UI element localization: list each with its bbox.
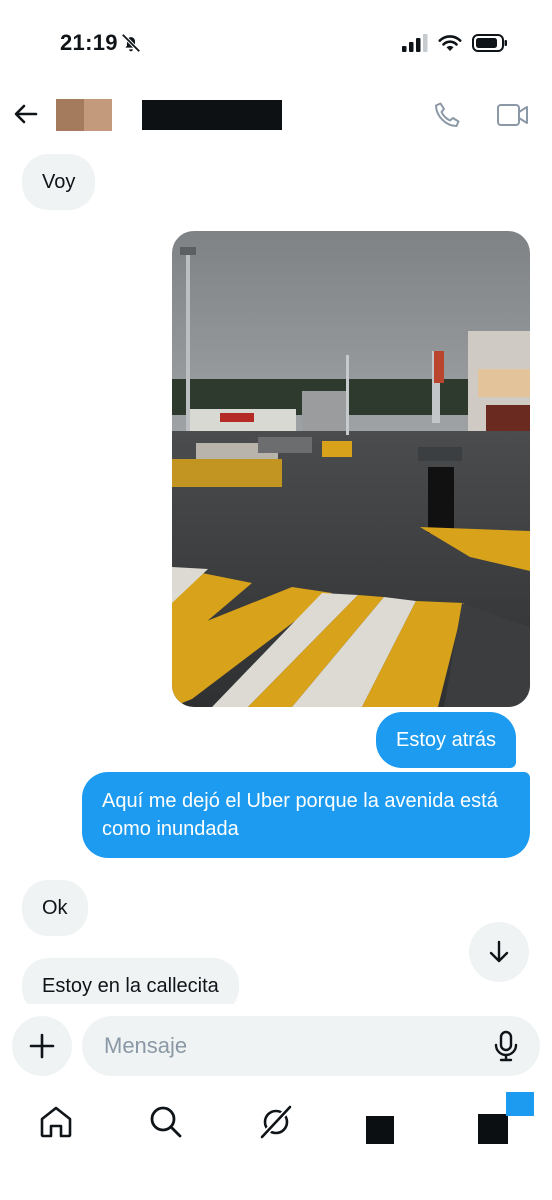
arrow-down-icon: [489, 940, 509, 963]
status-time: 21:19: [60, 30, 118, 55]
phone-icon[interactable]: [432, 100, 462, 130]
wifi-icon: [438, 35, 462, 51]
grok-icon[interactable]: [256, 1102, 296, 1142]
tab-bar: [0, 1090, 552, 1200]
search-icon[interactable]: [146, 1102, 186, 1142]
message-outgoing[interactable]: Aquí me dejó el Uber porque la avenida e…: [82, 772, 530, 858]
avatar[interactable]: [56, 99, 112, 131]
home-icon[interactable]: [36, 1102, 76, 1142]
message-field[interactable]: [82, 1016, 540, 1076]
parking-lot-photo: [172, 231, 530, 707]
plus-icon: [29, 1033, 55, 1059]
status-icons: [402, 34, 508, 52]
bell-off-icon: [121, 33, 141, 53]
add-attachment-button[interactable]: [12, 1016, 72, 1076]
signal-icon: [402, 34, 428, 52]
message-outgoing[interactable]: Estoy atrás: [376, 712, 517, 768]
video-icon[interactable]: [496, 100, 530, 130]
battery-icon: [472, 34, 507, 52]
scroll-to-bottom-button[interactable]: [469, 922, 529, 982]
communities-tab[interactable]: [366, 1116, 394, 1144]
back-arrow-icon[interactable]: [12, 100, 40, 128]
conversation-header: [0, 90, 552, 142]
contact-name[interactable]: [142, 100, 282, 130]
messages-tab[interactable]: [478, 1114, 508, 1144]
message-incoming[interactable]: Ok: [22, 880, 88, 936]
message-photo[interactable]: [172, 231, 530, 707]
message-incoming[interactable]: Voy: [22, 154, 96, 210]
notification-badge: [506, 1092, 534, 1116]
microphone-icon[interactable]: [492, 1030, 520, 1062]
status-bar: 21:19: [0, 0, 552, 90]
message-input[interactable]: [104, 1016, 484, 1076]
